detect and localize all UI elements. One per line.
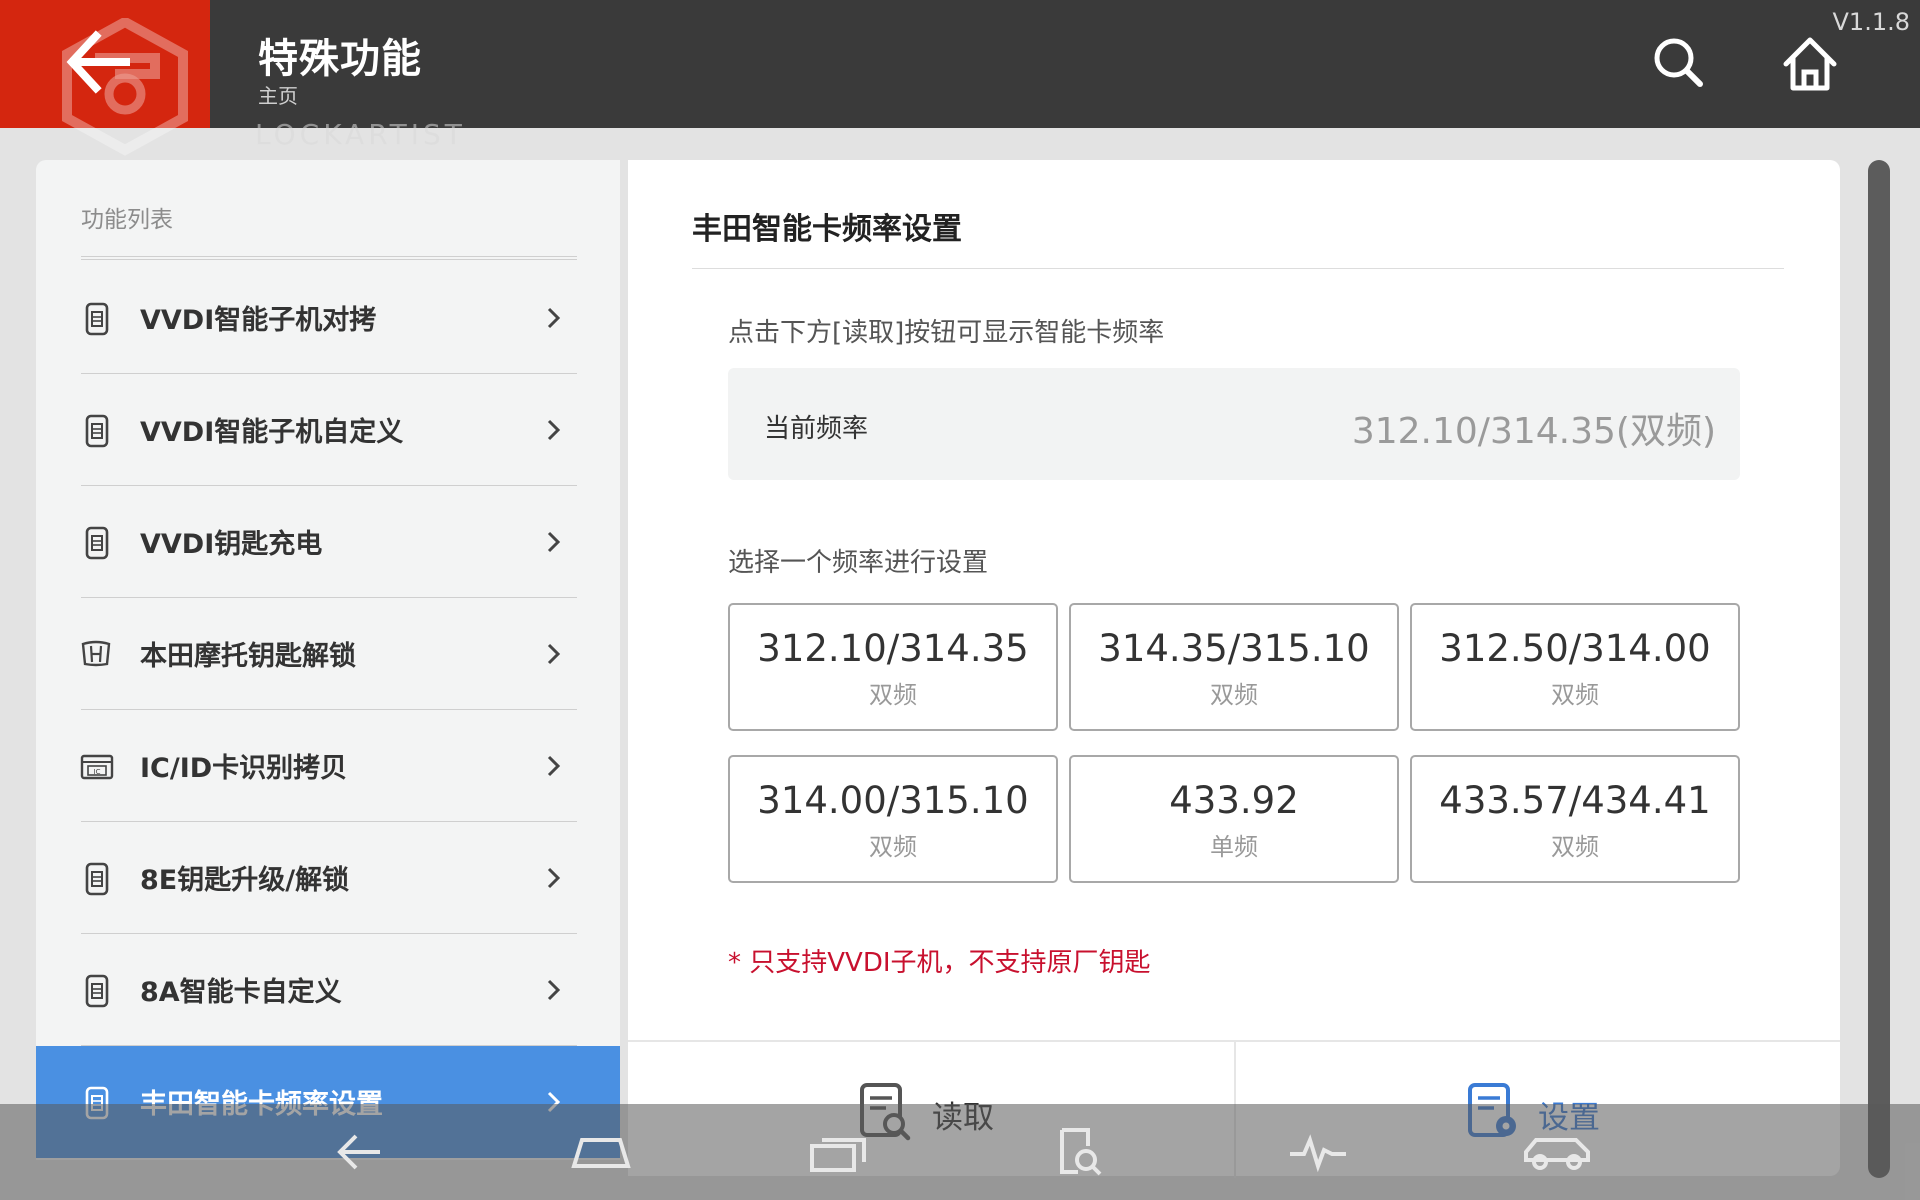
frequency-type: 双频: [869, 681, 917, 709]
chevron-right-icon: [547, 419, 561, 441]
nav-search-doc-icon[interactable]: [1058, 1126, 1104, 1178]
home-icon: [1783, 37, 1837, 91]
sidebar-heading: 功能列表: [81, 207, 173, 233]
chevron-right-icon: [547, 867, 561, 889]
function-list-sidebar: 功能列表 VVDI智能子机对拷 VVDI智能子机自定义 VVDI钥匙充电 本田摩…: [36, 160, 620, 1160]
smart-key-icon: [85, 526, 109, 560]
arrow-left-icon: [66, 30, 130, 94]
smart-key-icon: [85, 302, 109, 336]
frequency-option-button[interactable]: 314.00/315.10 双频: [728, 755, 1058, 883]
frequency-type: 双频: [869, 833, 917, 861]
frequency-value: 312.50/314.00: [1439, 627, 1711, 670]
frequency-option-button[interactable]: 433.92 单频: [1069, 755, 1399, 883]
frequency-option-button[interactable]: 314.35/315.10 双频: [1069, 603, 1399, 731]
sidebar-item-label: IC/ID卡识别拷贝: [140, 753, 348, 784]
chevron-right-icon: [547, 755, 561, 777]
scrollbar[interactable]: [1868, 160, 1890, 1178]
frequency-settings-panel: 丰田智能卡频率设置 点击下方[读取]按钮可显示智能卡频率 当前频率 312.10…: [628, 160, 1840, 1178]
sidebar-item-label: 8E钥匙升级/解锁: [140, 865, 350, 896]
home-button[interactable]: [1780, 34, 1840, 98]
sidebar-item-label: VVDI智能子机自定义: [140, 417, 404, 448]
function-menu: VVDI智能子机对拷 VVDI智能子机自定义 VVDI钥匙充电 本田摩托钥匙解锁…: [36, 262, 620, 1158]
smart-key-icon: [85, 974, 109, 1008]
honda-logo-icon: [81, 640, 111, 667]
frequency-value: 314.00/315.10: [757, 779, 1029, 822]
current-frequency-label: 当前频率: [764, 414, 869, 444]
sidebar-item-vvdi-charge[interactable]: VVDI钥匙充电: [36, 486, 620, 598]
support-note: * 只支持VVDI子机，不支持原厂钥匙: [728, 948, 1151, 978]
sidebar-item-honda-moto[interactable]: 本田摩托钥匙解锁: [36, 598, 620, 710]
nav-recents-icon[interactable]: [808, 1126, 870, 1178]
chevron-right-icon: [547, 979, 561, 1001]
frequency-value: 433.92: [1169, 779, 1299, 822]
frequency-value: 314.35/315.10: [1098, 627, 1370, 670]
smart-key-icon: [85, 414, 109, 448]
sidebar-item-8a-custom[interactable]: 8A智能卡自定义: [36, 934, 620, 1046]
svg-text:IC: IC: [94, 768, 101, 776]
page-title: 特殊功能: [258, 36, 422, 82]
nav-car-icon[interactable]: [1522, 1126, 1594, 1178]
sidebar-item-label: VVDI钥匙充电: [140, 529, 323, 560]
panel-divider: [692, 268, 1784, 269]
frequency-type: 双频: [1210, 681, 1258, 709]
sidebar-item-vvdi-custom[interactable]: VVDI智能子机自定义: [36, 374, 620, 486]
frequency-option-button[interactable]: 312.10/314.35 双频: [728, 603, 1058, 731]
nav-back-icon[interactable]: [334, 1126, 386, 1178]
frequency-type: 双频: [1551, 681, 1599, 709]
frequency-value: 433.57/434.41: [1439, 779, 1711, 822]
search-icon: [1654, 38, 1703, 87]
back-button[interactable]: [0, 0, 210, 128]
frequency-type: 双频: [1551, 833, 1599, 861]
sidebar-item-ic-id-card[interactable]: IC IC/ID卡识别拷贝: [36, 710, 620, 822]
nav-home-icon[interactable]: [570, 1126, 632, 1178]
sidebar-item-label: VVDI智能子机对拷: [140, 305, 377, 336]
read-hint: 点击下方[读取]按钮可显示智能卡频率: [728, 318, 1165, 348]
current-frequency-box: 当前频率 312.10/314.35(双频): [728, 368, 1740, 480]
smart-key-icon: [85, 862, 109, 896]
watermark-text: LOCKARTIST: [255, 118, 466, 151]
search-button[interactable]: [1650, 34, 1706, 94]
ic-card-icon: IC: [80, 754, 114, 780]
sidebar-item-label: 8A智能卡自定义: [140, 977, 342, 1008]
sidebar-item-label: 本田摩托钥匙解锁: [140, 641, 356, 672]
sidebar-item-8e-upgrade[interactable]: 8E钥匙升级/解锁: [36, 822, 620, 934]
frequency-type: 单频: [1210, 833, 1258, 861]
frequency-option-button[interactable]: 433.57/434.41 双频: [1410, 755, 1740, 883]
chevron-right-icon: [547, 531, 561, 553]
select-hint: 选择一个频率进行设置: [728, 548, 989, 578]
chevron-right-icon: [547, 643, 561, 665]
sidebar-divider: [81, 256, 577, 260]
panel-title: 丰田智能卡频率设置: [692, 212, 962, 247]
version-label: V1.1.8: [1832, 8, 1910, 36]
frequency-option-button[interactable]: 312.50/314.00 双频: [1410, 603, 1740, 731]
breadcrumb: 主页: [258, 84, 298, 108]
chevron-right-icon: [547, 307, 561, 329]
sidebar-item-vvdi-copy[interactable]: VVDI智能子机对拷: [36, 262, 620, 374]
system-nav-bar: [0, 1104, 1920, 1200]
frequency-value: 312.10/314.35: [757, 627, 1029, 670]
current-frequency-value: 312.10/314.35(双频): [1351, 411, 1716, 452]
nav-pulse-icon[interactable]: [1288, 1126, 1350, 1178]
app-header: LOCKARTIST 特殊功能 主页 V1.1.8: [0, 0, 1920, 156]
